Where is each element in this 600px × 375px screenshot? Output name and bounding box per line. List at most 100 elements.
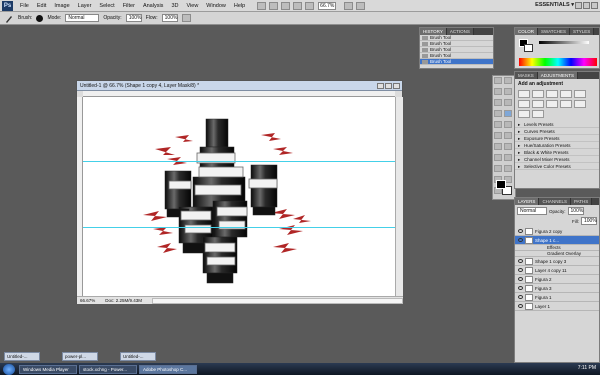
exposure-icon[interactable] — [560, 90, 572, 98]
eyedropper-tool-icon[interactable] — [504, 99, 512, 106]
minimized-document[interactable]: Untitled-... — [120, 352, 156, 361]
arrange-documents-icon[interactable] — [344, 1, 354, 10]
layer-row[interactable]: Figura 3 — [515, 284, 599, 293]
workspace-switcher[interactable]: ESSENTIALS ▾ — [535, 2, 574, 8]
preset-levels[interactable]: Levels Presets — [515, 121, 599, 128]
color-bg-swatch[interactable] — [524, 44, 533, 52]
taskbar-clock[interactable]: 7:11 PM — [578, 365, 596, 371]
vibrance-icon[interactable] — [574, 90, 586, 98]
visibility-eye-icon[interactable] — [518, 238, 523, 242]
move-tool-icon[interactable] — [494, 77, 502, 84]
mode-select[interactable]: Normal — [65, 14, 100, 22]
visibility-eye-icon[interactable] — [518, 259, 523, 263]
healing-tool-icon[interactable] — [494, 110, 502, 117]
layer-row[interactable]: Layer 4 copy 11 — [515, 266, 599, 275]
posterize-icon[interactable] — [532, 110, 544, 118]
preset-selective-color[interactable]: Selective Color Presets — [515, 163, 599, 170]
preset-channel-mixer[interactable]: Channel Mixer Presets — [515, 156, 599, 163]
preset-exposure[interactable]: Exposure Presets — [515, 135, 599, 142]
eraser-tool-icon[interactable] — [494, 132, 502, 139]
airbrush-toggle-icon[interactable] — [181, 14, 191, 22]
color-balance-icon[interactable] — [532, 100, 544, 108]
gradient-tool-icon[interactable] — [504, 132, 512, 139]
menu-window[interactable]: Window — [202, 0, 230, 12]
menu-3d[interactable]: 3D — [167, 0, 182, 12]
opacity-input[interactable]: 100% — [125, 14, 142, 22]
hue-saturation-icon[interactable] — [518, 100, 530, 108]
type-tool-icon[interactable] — [504, 154, 512, 161]
visibility-eye-icon[interactable] — [518, 268, 523, 272]
minimized-document[interactable]: power-pl... — [62, 352, 98, 361]
close-icon[interactable] — [591, 2, 598, 9]
color-slider[interactable] — [539, 41, 589, 44]
taskbar-item-media-player[interactable]: Windows Media Player — [19, 364, 77, 374]
pen-tool-icon[interactable] — [494, 154, 502, 161]
preset-black-white[interactable]: Black & White Presets — [515, 149, 599, 156]
menu-analysis[interactable]: Analysis — [139, 0, 167, 12]
channel-mixer-icon[interactable] — [574, 100, 586, 108]
history-state-selected[interactable]: Brush Tool — [420, 59, 493, 65]
brush-tool-icon[interactable] — [504, 110, 512, 117]
minimized-document[interactable]: Untitled-... — [4, 352, 40, 361]
launch-bridge-icon[interactable] — [257, 1, 267, 10]
lasso-tool-icon[interactable] — [494, 88, 502, 95]
zoom-tool-icon[interactable] — [293, 1, 303, 10]
layer-row[interactable]: Figura 2 — [515, 275, 599, 284]
minimize-icon[interactable] — [575, 2, 582, 9]
layer-row[interactable]: Layer 1 — [515, 302, 599, 311]
visibility-eye-icon[interactable] — [518, 286, 523, 290]
guide-line[interactable] — [83, 161, 395, 162]
tab-layers[interactable]: LAYERS — [515, 198, 540, 205]
visibility-eye-icon[interactable] — [518, 277, 523, 281]
menu-file[interactable]: File — [16, 0, 33, 12]
tab-masks[interactable]: MASKS — [515, 72, 538, 79]
visibility-eye-icon[interactable] — [518, 295, 523, 299]
tab-color[interactable]: COLOR — [515, 28, 539, 35]
layer-row[interactable]: Figura 2 copy — [515, 227, 599, 236]
canvas[interactable] — [83, 97, 395, 296]
screen-mode-icon[interactable] — [356, 1, 366, 10]
vertical-scrollbar[interactable] — [395, 97, 403, 296]
taskbar-item-browser[interactable]: stock.xchng - Power... — [79, 364, 137, 374]
brush-tool-icon[interactable] — [4, 14, 14, 23]
layer-row[interactable]: Figura 1 — [515, 293, 599, 302]
path-select-tool-icon[interactable] — [494, 165, 502, 172]
menu-view[interactable]: View — [182, 0, 202, 12]
blur-tool-icon[interactable] — [494, 143, 502, 150]
preset-curves[interactable]: Curves Presets — [515, 128, 599, 135]
tab-history[interactable]: HISTORY — [420, 28, 447, 35]
crop-tool-icon[interactable] — [494, 99, 502, 106]
layers-fill-input[interactable]: 100% — [581, 217, 597, 225]
hand-tool-icon[interactable] — [281, 1, 291, 10]
start-button-icon[interactable] — [3, 363, 15, 375]
taskbar-item-photoshop[interactable]: Adobe Photoshop C... — [139, 364, 197, 374]
document-titlebar[interactable]: Untitled-1 @ 66.7% (Shape 1 copy 4, Laye… — [77, 81, 402, 91]
tab-channels[interactable]: CHANNELS — [539, 198, 571, 205]
visibility-eye-icon[interactable] — [518, 229, 523, 233]
tab-styles[interactable]: STYLES — [570, 28, 595, 35]
brush-preset-picker[interactable] — [36, 14, 44, 22]
curves-icon[interactable] — [546, 90, 558, 98]
flow-input[interactable]: 100% — [161, 14, 178, 22]
layers-opacity-input[interactable]: 100% — [567, 207, 584, 215]
preset-hue-saturation[interactable]: Hue/Saturation Presets — [515, 142, 599, 149]
foreground-color-swatch[interactable] — [496, 180, 506, 189]
history-brush-tool-icon[interactable] — [504, 121, 512, 128]
maximize-icon[interactable] — [583, 2, 590, 9]
horizontal-scrollbar[interactable] — [152, 298, 403, 304]
tab-swatches[interactable]: SWATCHES — [538, 28, 571, 35]
rotate-view-icon[interactable] — [305, 1, 315, 10]
menu-help[interactable]: Help — [230, 0, 249, 12]
clone-stamp-tool-icon[interactable] — [494, 121, 502, 128]
launch-mini-bridge-icon[interactable] — [269, 1, 279, 10]
status-doc-size[interactable]: Doc: 2.25M/9.43M — [105, 297, 142, 304]
layer-row-selected[interactable]: Shape 1 c... — [515, 236, 599, 245]
visibility-eye-icon[interactable] — [518, 304, 523, 308]
invert-icon[interactable] — [518, 110, 530, 118]
menu-select[interactable]: Select — [95, 0, 118, 12]
menu-image[interactable]: Image — [50, 0, 73, 12]
shape-tool-icon[interactable] — [504, 165, 512, 172]
zoom-level-select[interactable]: 66.7% — [318, 1, 337, 10]
brightness-icon[interactable] — [518, 90, 530, 98]
status-zoom[interactable]: 66.67% — [80, 297, 95, 304]
